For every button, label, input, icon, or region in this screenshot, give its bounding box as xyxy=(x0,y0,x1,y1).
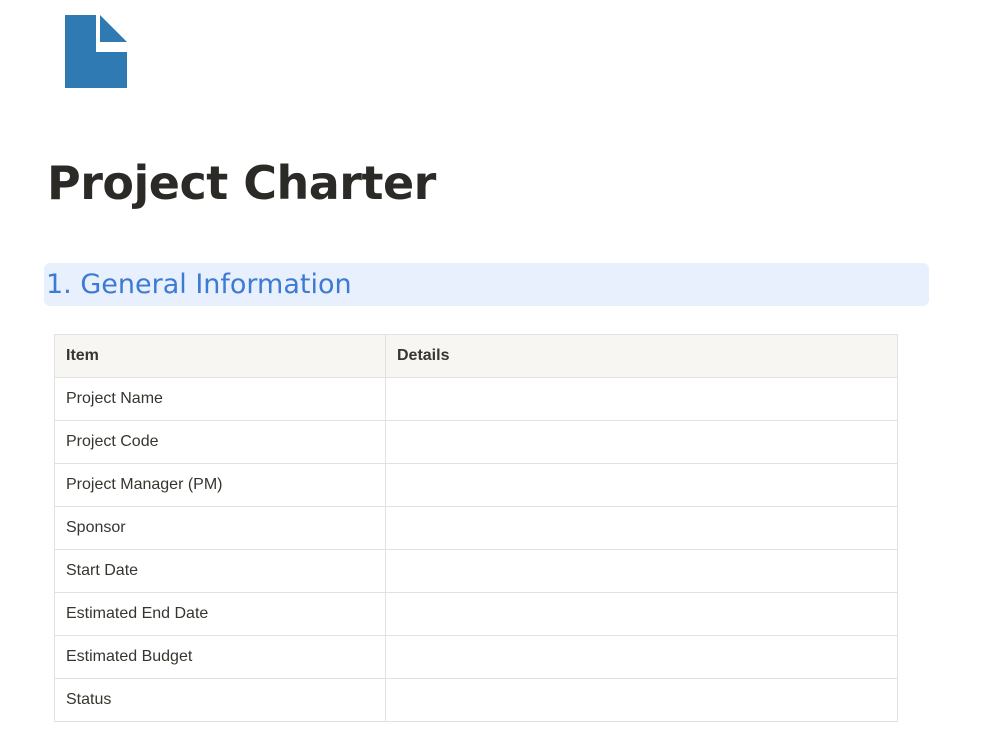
table-row: Estimated End Date xyxy=(54,592,898,636)
item-cell[interactable]: Start Date xyxy=(54,549,386,593)
table-row: Start Date xyxy=(54,549,898,593)
item-cell[interactable]: Sponsor xyxy=(54,506,386,550)
table-row: Sponsor xyxy=(54,506,898,550)
item-cell[interactable]: Project Manager (PM) xyxy=(54,463,386,507)
table-row: Estimated Budget xyxy=(54,635,898,679)
item-cell[interactable]: Project Code xyxy=(54,420,386,464)
table-row: Project Manager (PM) xyxy=(54,463,898,507)
document-icon-graphic xyxy=(65,15,127,88)
page-title[interactable]: Project Charter xyxy=(47,152,436,214)
table-header-row: Item Details xyxy=(54,334,898,378)
table-row: Status xyxy=(54,678,898,722)
item-cell[interactable]: Estimated Budget xyxy=(54,635,386,679)
item-cell[interactable]: Project Name xyxy=(54,377,386,421)
info-table: Item Details Project Name Project Code P… xyxy=(54,334,898,722)
column-header-item[interactable]: Item xyxy=(54,334,386,378)
notion-page: Project Charter 1. General Information I… xyxy=(0,0,987,740)
item-cell[interactable]: Status xyxy=(54,678,386,722)
details-cell[interactable] xyxy=(385,506,898,550)
section-heading-general-information[interactable]: 1. General Information xyxy=(44,263,929,306)
section-heading-text: 1. General Information xyxy=(46,269,352,300)
column-header-details[interactable]: Details xyxy=(385,334,898,378)
table-row: Project Name xyxy=(54,377,898,421)
details-cell[interactable] xyxy=(385,377,898,421)
details-cell[interactable] xyxy=(385,635,898,679)
details-cell[interactable] xyxy=(385,549,898,593)
details-cell[interactable] xyxy=(385,678,898,722)
details-cell[interactable] xyxy=(385,592,898,636)
table-row: Project Code xyxy=(54,420,898,464)
item-cell[interactable]: Estimated End Date xyxy=(54,592,386,636)
details-cell[interactable] xyxy=(385,420,898,464)
details-cell[interactable] xyxy=(385,463,898,507)
document-icon[interactable] xyxy=(60,12,132,92)
general-information-table: Item Details Project Name Project Code P… xyxy=(54,334,898,722)
